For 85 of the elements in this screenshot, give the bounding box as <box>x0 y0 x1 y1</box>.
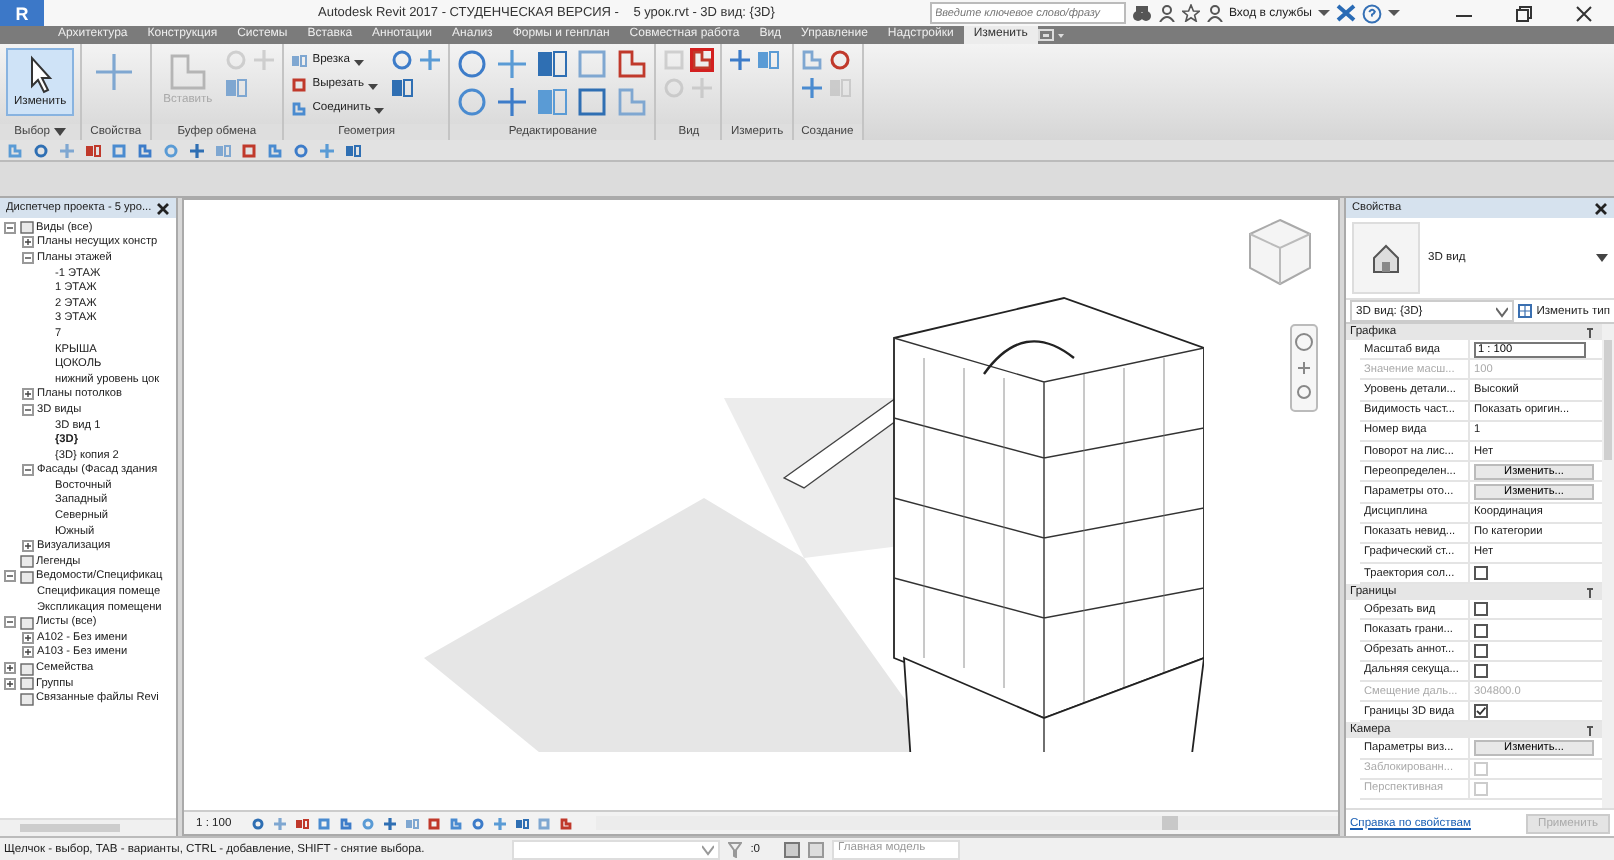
tool-icon[interactable] <box>456 86 489 118</box>
tool-icon[interactable] <box>690 48 715 72</box>
tool-icon <box>167 52 208 92</box>
filter-icon[interactable] <box>728 841 743 857</box>
checkbox[interactable] <box>1474 663 1488 678</box>
exchange-icon[interactable] <box>1336 4 1356 22</box>
collapse-icon[interactable] <box>22 403 34 416</box>
expand-icon[interactable] <box>22 388 34 401</box>
close-icon[interactable] <box>1594 201 1608 215</box>
toolbar-icon[interactable] <box>344 141 362 159</box>
view-cube-icon[interactable] <box>1246 216 1314 288</box>
tool-icon[interactable] <box>799 76 824 100</box>
checkbox[interactable] <box>1474 602 1488 617</box>
horizontal-scrollbar[interactable] <box>595 816 1338 830</box>
view-control-icon[interactable] <box>381 815 398 831</box>
tool-icon[interactable] <box>728 48 753 72</box>
view-control-icon[interactable] <box>293 815 310 831</box>
collapse-icon[interactable] <box>4 616 16 629</box>
collapse-icon[interactable] <box>4 221 16 234</box>
panel-toggle-icon[interactable] <box>1037 28 1066 42</box>
folder-icon <box>19 615 33 630</box>
tool-icon[interactable] <box>496 48 529 80</box>
house-icon <box>1370 242 1402 274</box>
view-control-icon[interactable] <box>491 815 508 831</box>
expand-icon[interactable] <box>22 646 34 659</box>
caret-icon[interactable] <box>1388 4 1400 22</box>
toolbar-icon[interactable] <box>84 141 102 159</box>
help-icon[interactable] <box>1362 3 1382 23</box>
view-control-icon[interactable] <box>513 815 530 831</box>
collapse-icon[interactable] <box>1586 587 1594 598</box>
app-logo[interactable]: R <box>0 0 44 26</box>
tool-icon[interactable] <box>536 86 569 118</box>
collapse-icon[interactable] <box>4 570 16 583</box>
tool-icon[interactable] <box>390 76 415 100</box>
collapse-icon[interactable] <box>1586 725 1594 736</box>
tool-icon[interactable] <box>418 48 443 72</box>
tool-icon[interactable] <box>576 86 609 118</box>
toolbar-icon[interactable] <box>318 141 336 159</box>
tool-icon[interactable] <box>390 48 415 72</box>
star-icon[interactable] <box>1181 4 1199 22</box>
expand-icon[interactable] <box>22 540 34 553</box>
tool-icon[interactable] <box>576 48 609 80</box>
workset-icon[interactable] <box>784 841 801 857</box>
tool-icon[interactable] <box>799 48 824 72</box>
binoculars-icon[interactable] <box>1131 4 1151 22</box>
vertical-scrollbar[interactable] <box>1602 324 1614 808</box>
edit-type-icon <box>1518 304 1533 318</box>
expand-icon[interactable] <box>4 677 16 690</box>
close-icon[interactable] <box>156 201 170 215</box>
selection-field[interactable] <box>512 839 721 859</box>
tool-icon[interactable] <box>496 86 529 118</box>
user-icon[interactable] <box>1205 4 1223 22</box>
caret-icon <box>1496 305 1509 317</box>
horizontal-scrollbar[interactable] <box>0 818 176 836</box>
expand-icon[interactable] <box>22 631 34 644</box>
tool-icon <box>290 51 309 69</box>
tool-icon[interactable] <box>536 48 569 80</box>
close-icon[interactable] <box>1574 3 1594 23</box>
checkbox[interactable] <box>1474 643 1488 658</box>
caret-icon <box>1596 252 1608 264</box>
expand-icon[interactable] <box>4 662 16 675</box>
tool-icon[interactable] <box>827 48 852 72</box>
caret-icon <box>702 843 715 855</box>
checkbox[interactable] <box>1474 566 1488 581</box>
tool-icon <box>94 52 135 92</box>
tool-icon[interactable] <box>616 48 649 80</box>
tool-icon[interactable] <box>456 48 489 80</box>
model-icon[interactable] <box>808 841 825 857</box>
collapse-icon[interactable] <box>22 251 34 264</box>
checkbox[interactable] <box>1474 623 1488 638</box>
collapse-icon[interactable] <box>22 464 34 477</box>
restore-icon[interactable] <box>1514 3 1534 23</box>
toolbar-icon[interactable] <box>188 141 206 159</box>
user-icon[interactable] <box>1157 4 1175 22</box>
navigation-bar-icon[interactable] <box>1290 324 1318 412</box>
tool-icon[interactable] <box>224 76 249 100</box>
view-control-icon[interactable] <box>271 815 288 831</box>
caret-icon[interactable] <box>1318 4 1330 22</box>
checkbox[interactable] <box>1474 704 1488 719</box>
view-control-icon[interactable] <box>249 815 266 831</box>
tool-icon[interactable] <box>756 48 781 72</box>
collapse-icon[interactable] <box>1586 327 1594 337</box>
view-control-icon[interactable] <box>403 815 420 831</box>
folder-icon <box>19 220 33 235</box>
expand-icon[interactable] <box>22 236 34 249</box>
